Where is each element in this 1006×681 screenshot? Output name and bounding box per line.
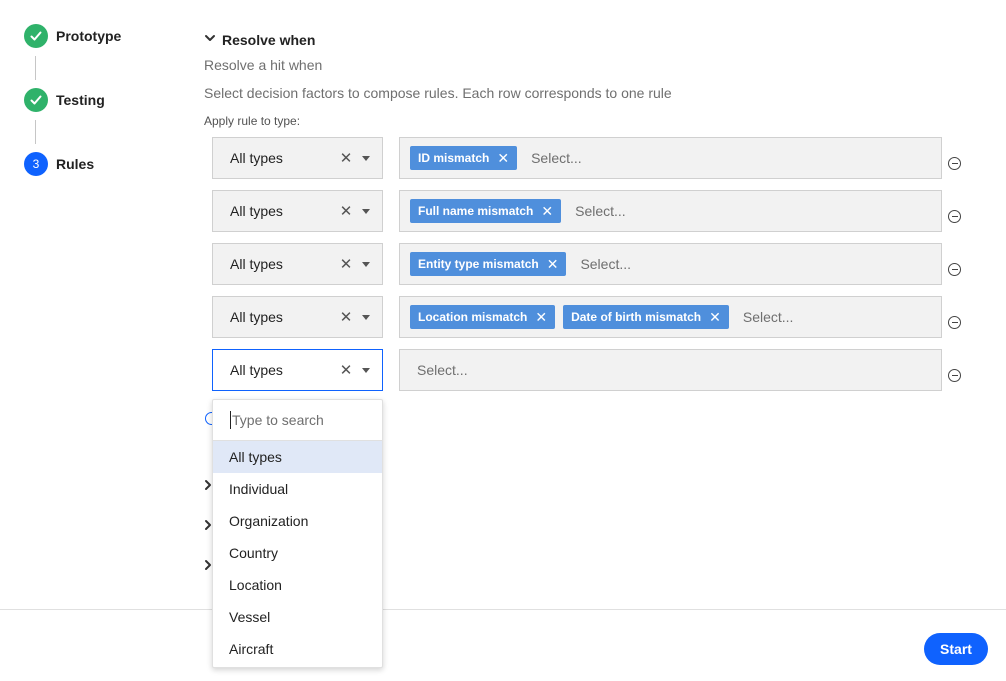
check-icon <box>24 24 48 48</box>
type-select[interactable]: All types ✕ <box>212 243 383 285</box>
remove-rule-icon[interactable] <box>948 157 961 170</box>
caret-down-icon[interactable] <box>362 367 370 373</box>
factor-select[interactable]: Location mismatch ✕ Date of birth mismatc… <box>399 296 942 338</box>
tag-remove-icon[interactable]: ✕ <box>547 256 559 273</box>
clear-icon[interactable]: ✕ <box>338 255 354 273</box>
clear-icon[interactable]: ✕ <box>338 361 354 379</box>
rule-row: All types ✕ Location mismatch ✕ Date of b… <box>212 296 972 338</box>
tag-label: ID mismatch <box>418 151 490 165</box>
step-rules[interactable]: 3 Rules <box>24 152 94 176</box>
type-dropdown-menu: All types Individual Organization Countr… <box>212 399 383 668</box>
tag-remove-icon[interactable]: ✕ <box>535 309 547 326</box>
factor-placeholder: Select... <box>742 309 794 325</box>
resolve-when-toggle[interactable]: Resolve when <box>204 31 315 49</box>
type-value: All types <box>230 150 283 166</box>
footer-divider <box>0 609 1006 610</box>
check-icon <box>24 88 48 112</box>
tag-remove-icon[interactable]: ✕ <box>497 150 509 167</box>
factor-placeholder: Select... <box>580 256 632 272</box>
dropdown-option-all-types[interactable]: All types <box>213 441 382 473</box>
section-title: Resolve when <box>222 32 316 48</box>
caret-down-icon[interactable] <box>362 261 370 267</box>
step-testing[interactable]: Testing <box>24 88 105 112</box>
type-select[interactable]: All types ✕ <box>212 190 383 232</box>
step-label: Prototype <box>56 28 122 44</box>
step-label: Testing <box>56 92 105 108</box>
type-value: All types <box>230 256 283 272</box>
factor-tag: Date of birth mismatch ✕ <box>563 305 729 329</box>
tag-remove-icon[interactable]: ✕ <box>709 309 721 326</box>
factor-select[interactable]: Select... <box>399 349 942 391</box>
factor-select[interactable]: Entity type mismatch ✕ Select... <box>399 243 942 285</box>
type-search-input[interactable] <box>232 412 362 428</box>
tag-label: Location mismatch <box>418 310 528 324</box>
rule-row: All types ✕ ID mismatch ✕ Select... <box>212 137 972 179</box>
start-button[interactable]: Start <box>924 633 988 665</box>
rule-row: All types ✕ Select... <box>212 349 972 391</box>
caret-down-icon[interactable] <box>362 208 370 214</box>
factor-tag: Entity type mismatch ✕ <box>410 252 567 276</box>
factor-placeholder: Select... <box>531 150 582 166</box>
type-select[interactable]: All types ✕ <box>212 349 383 391</box>
factor-select[interactable]: Full name mismatch ✕ Select... <box>399 190 942 232</box>
dropdown-option-location[interactable]: Location <box>213 569 382 601</box>
remove-rule-icon[interactable] <box>948 210 961 223</box>
type-value: All types <box>230 203 283 219</box>
tag-label: Full name mismatch <box>418 204 534 218</box>
type-value: All types <box>230 309 283 325</box>
factor-placeholder: Select... <box>417 362 468 378</box>
clear-icon[interactable]: ✕ <box>338 202 354 220</box>
section-subtitle: Resolve a hit when <box>204 57 323 73</box>
dropdown-option-vessel[interactable]: Vessel <box>213 601 382 633</box>
clear-icon[interactable]: ✕ <box>338 308 354 326</box>
rule-row: All types ✕ Entity type mismatch ✕ Select… <box>212 243 972 285</box>
step-prototype[interactable]: Prototype <box>24 24 121 48</box>
factor-tag: Full name mismatch ✕ <box>410 199 562 223</box>
tag-label: Date of birth mismatch <box>571 310 702 324</box>
factor-tag: ID mismatch ✕ <box>410 146 518 170</box>
step-connector <box>35 120 36 144</box>
caret-down-icon[interactable] <box>362 155 370 161</box>
rule-row: All types ✕ Full name mismatch ✕ Select..… <box>212 190 972 232</box>
dropdown-option-aircraft[interactable]: Aircraft <box>213 633 382 665</box>
type-value: All types <box>230 362 283 378</box>
dropdown-search <box>213 400 382 441</box>
apply-rule-label: Apply rule to type: <box>204 114 301 128</box>
type-select[interactable]: All types ✕ <box>212 137 383 179</box>
factor-select[interactable]: ID mismatch ✕ Select... <box>399 137 942 179</box>
dropdown-option-country[interactable]: Country <box>213 537 382 569</box>
chevron-down-icon <box>204 31 216 49</box>
tag-remove-icon[interactable]: ✕ <box>541 203 553 220</box>
dropdown-option-individual[interactable]: Individual <box>213 473 382 505</box>
type-select[interactable]: All types ✕ <box>212 296 383 338</box>
step-label: Rules <box>56 156 95 172</box>
clear-icon[interactable]: ✕ <box>338 149 354 167</box>
step-connector <box>35 56 36 80</box>
tag-label: Entity type mismatch <box>418 257 539 271</box>
text-cursor <box>230 411 231 429</box>
remove-rule-icon[interactable] <box>948 316 961 329</box>
caret-down-icon[interactable] <box>362 314 370 320</box>
factor-tag: Location mismatch ✕ <box>410 305 556 329</box>
remove-rule-icon[interactable] <box>948 369 961 382</box>
factor-placeholder: Select... <box>575 203 626 219</box>
step-number-badge: 3 <box>24 152 48 176</box>
section-description: Select decision factors to compose rules… <box>204 85 672 101</box>
dropdown-option-organization[interactable]: Organization <box>213 505 382 537</box>
remove-rule-icon[interactable] <box>948 263 961 276</box>
